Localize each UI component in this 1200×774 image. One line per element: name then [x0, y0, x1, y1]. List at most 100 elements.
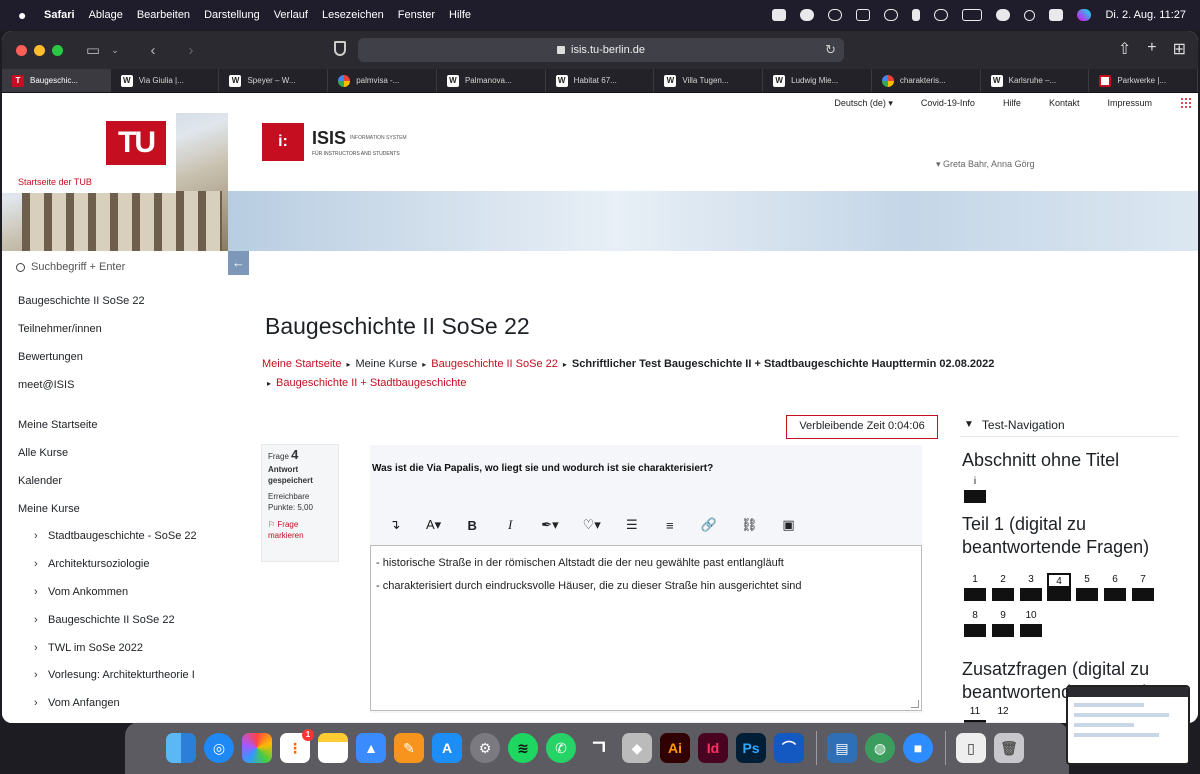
sidebar-item-grades[interactable]: Bewertungen	[18, 351, 83, 363]
tab-charakteris[interactable]: charakteris...	[872, 69, 981, 92]
tub-home-link[interactable]: Startseite der TUB	[18, 177, 92, 187]
finder-icon[interactable]	[166, 733, 196, 763]
contact-link[interactable]: Kontakt	[1049, 98, 1080, 108]
cloud-icon[interactable]	[800, 9, 815, 21]
numbered-list-button[interactable]: ≡	[663, 518, 677, 533]
sidebar-item-all-courses[interactable]: Alle Kurse	[18, 447, 68, 459]
sidebar-course-stadtbaugeschichte[interactable]: › Stadtbaugeschichte - SoSe 22	[34, 530, 197, 542]
tab-palmanova[interactable]: W Palmanova...	[437, 69, 546, 92]
illustrator-icon[interactable]: Ai	[660, 733, 690, 763]
pen-style-button[interactable]: ✒▾	[541, 517, 558, 533]
system-preferences-icon[interactable]: ⚙	[470, 733, 500, 763]
tab-speyer[interactable]: W Speyer – W...	[219, 69, 329, 92]
preview-icon[interactable]: ▤	[827, 733, 857, 763]
nav-button-12[interactable]: 12	[991, 705, 1015, 723]
bluetooth-icon[interactable]	[912, 9, 921, 21]
lightbulb-button[interactable]: ♡▾	[583, 517, 601, 533]
nav-button-4-current[interactable]: 4	[1047, 573, 1071, 601]
breadcrumb-home[interactable]: Meine Startseite	[262, 358, 341, 370]
address-bar[interactable]: isis.tu-berlin.de ↻	[358, 38, 844, 62]
nav-button-1[interactable]: 1	[963, 573, 987, 601]
nav-button-9[interactable]: 9	[991, 609, 1015, 637]
sidebar-course-twl[interactable]: › TWL im SoSe 2022	[34, 642, 143, 654]
bold-button[interactable]: B	[465, 518, 479, 533]
network-icon[interactable]: ◍	[865, 733, 895, 763]
image-button[interactable]: ▣	[782, 517, 796, 533]
italic-button[interactable]: I	[503, 517, 517, 533]
tab-villa-tugendhat[interactable]: W Villa Tugen...	[654, 69, 764, 92]
privacy-shield-icon[interactable]	[334, 41, 346, 56]
archicad-icon[interactable]: ◆	[622, 733, 652, 763]
sidebar-course-vom-anfangen[interactable]: › Vom Anfangen	[34, 697, 120, 709]
photos-icon[interactable]	[242, 733, 272, 763]
battery-icon[interactable]	[962, 9, 983, 21]
zoom-icon[interactable]: ■	[903, 733, 933, 763]
menu-hilfe[interactable]: Hilfe	[449, 9, 471, 21]
unlink-button[interactable]: ⛓	[741, 517, 758, 533]
menu-clock[interactable]: Di. 2. Aug. 11:27	[1105, 9, 1186, 21]
chevron-down-icon[interactable]: ⌄	[107, 45, 123, 56]
menu-darstellung[interactable]: Darstellung	[204, 9, 260, 21]
wifi-icon[interactable]	[996, 9, 1011, 21]
isis-logo[interactable]: i: ISIS INFORMATION SYSTEM FÜR INSTRUCTO…	[262, 123, 407, 161]
whatsapp-icon[interactable]: ✆	[546, 733, 576, 763]
language-selector[interactable]: Deutsch (de) ▾	[834, 98, 893, 109]
pages-icon[interactable]: ✎	[394, 733, 424, 763]
help-link[interactable]: Hilfe	[1003, 98, 1021, 108]
reminders-icon[interactable]: ⋮ 1	[280, 729, 314, 763]
time-machine-icon[interactable]	[884, 9, 899, 21]
forward-icon[interactable]: ›	[183, 42, 199, 59]
menu-fenster[interactable]: Fenster	[398, 9, 435, 21]
menu-lesezeichen[interactable]: Lesezeichen	[322, 9, 384, 21]
tab-parkwerke[interactable]: Parkwerke |...	[1089, 69, 1198, 92]
trash-icon[interactable]: 🗑	[994, 733, 1024, 763]
tab-habitat-67[interactable]: W Habitat 67...	[546, 69, 655, 92]
arc-icon[interactable]: ⌒	[774, 733, 804, 763]
menu-bearbeiten[interactable]: Bearbeiten	[137, 9, 190, 21]
imprint-link[interactable]: Impressum	[1107, 98, 1152, 108]
sidebar-item-calendar[interactable]: Kalender	[18, 475, 62, 487]
nav-button-10[interactable]: 10	[1019, 609, 1043, 637]
answer-textarea[interactable]: - historische Straße in der römischen Al…	[370, 545, 922, 711]
vectorworks-icon[interactable]: ㄱ	[584, 733, 614, 763]
tab-overview-icon[interactable]: ⊞	[1173, 39, 1186, 59]
breadcrumb-section[interactable]: Baugeschichte II + Stadtbaugeschichte	[276, 377, 467, 389]
flag-question-link[interactable]: ⚐ Frage markieren	[268, 519, 332, 541]
fullscreen-window-button[interactable]	[52, 44, 63, 56]
sidebar-item-course[interactable]: Baugeschichte II SoSe 22	[18, 295, 145, 307]
apps-grid-icon[interactable]	[1180, 97, 1192, 109]
search-icon[interactable]	[1024, 9, 1036, 21]
sidebar-item-participants[interactable]: Teilnehmer/innen	[18, 323, 102, 335]
sidebar-item-dashboard[interactable]: Meine Startseite	[18, 419, 97, 431]
control-center-icon[interactable]	[1049, 9, 1064, 21]
tab-palmvisa[interactable]: palmvisa -...	[328, 69, 437, 92]
menu-app-safari[interactable]: Safari	[44, 9, 75, 21]
menu-verlauf[interactable]: Verlauf	[274, 9, 308, 21]
breadcrumb-courses[interactable]: Meine Kurse	[356, 358, 418, 370]
sidebar-course-vom-ankommen[interactable]: › Vom Ankommen	[34, 586, 128, 598]
keynote-icon[interactable]: ▲	[356, 733, 386, 763]
close-window-button[interactable]	[16, 44, 27, 56]
tab-baugeschichte[interactable]: T Baugeschic...	[2, 69, 111, 92]
sidebar-item-meet[interactable]: meet@ISIS	[18, 379, 74, 391]
breadcrumb-course[interactable]: Baugeschichte II SoSe 22	[431, 358, 558, 370]
tab-via-giulia[interactable]: W Via Giulia |...	[111, 69, 220, 92]
settings-icon[interactable]	[934, 9, 949, 21]
covid-info-link[interactable]: Covid-19-Info	[921, 98, 975, 108]
notes-icon[interactable]	[318, 733, 348, 763]
font-size-button[interactable]: A▾	[426, 517, 441, 533]
photoshop-icon[interactable]: Ps	[736, 733, 766, 763]
spotify-icon[interactable]: ≋	[508, 733, 538, 763]
bullet-list-button[interactable]: ☰	[625, 517, 639, 533]
paragraph-button[interactable]: ↴	[388, 517, 402, 533]
nav-button-3[interactable]: 3	[1019, 573, 1043, 601]
nav-button-info[interactable]: i	[963, 475, 987, 503]
sidebar-item-my-courses[interactable]: Meine Kurse	[18, 503, 80, 515]
nav-button-8[interactable]: 8	[963, 609, 987, 637]
creative-cloud-icon[interactable]	[828, 9, 843, 21]
tab-karlsruhe[interactable]: W Karlsruhe –...	[981, 69, 1090, 92]
collapse-sidebar-button[interactable]: ←	[228, 251, 249, 275]
siri-icon[interactable]	[1077, 9, 1092, 21]
nav-button-6[interactable]: 6	[1103, 573, 1127, 601]
app-store-icon[interactable]: A	[432, 733, 462, 763]
